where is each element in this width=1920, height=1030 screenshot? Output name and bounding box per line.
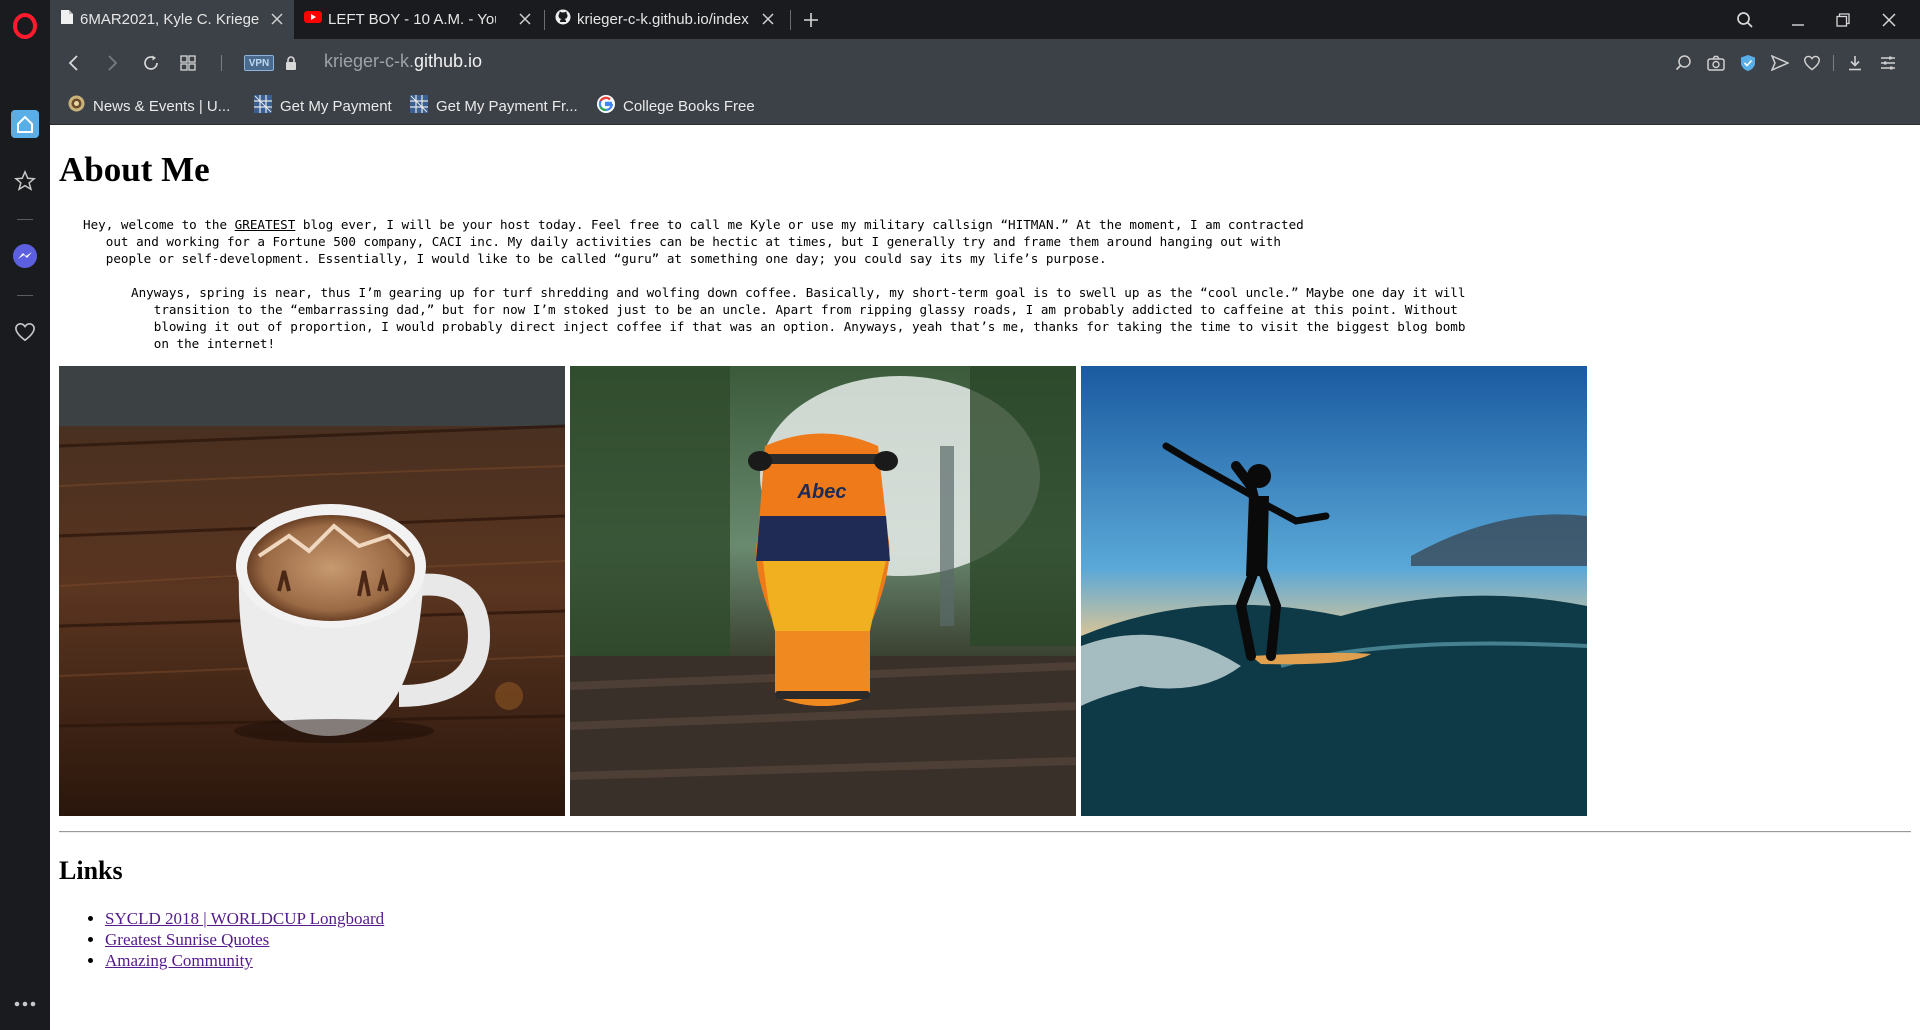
bookmark-item[interactable]: College Books Free	[597, 94, 755, 118]
url-prefix: krieger-c-k.	[324, 51, 415, 71]
opera-logo-icon[interactable]	[0, 6, 50, 46]
more-options-icon[interactable]	[0, 984, 50, 1024]
bookmarks-star-icon[interactable]	[0, 161, 50, 201]
paragraph-line: blowing it out of proportion, I would pr…	[131, 319, 1466, 334]
adblock-shield-icon[interactable]	[1738, 53, 1758, 73]
links-heading: Links	[59, 856, 123, 885]
coffee-cup-image	[59, 366, 565, 816]
bookmark-label: College Books Free	[623, 97, 755, 115]
intro-text: people or self-development. Essentially,…	[83, 251, 1107, 266]
tab-close-icon[interactable]	[516, 10, 534, 28]
link-amazing-community[interactable]: Amazing Community	[105, 951, 253, 970]
bookmark-label: News & Events | U...	[93, 97, 231, 115]
link-sunrise-quotes[interactable]: Greatest Sunrise Quotes	[105, 930, 269, 949]
messenger-icon[interactable]	[0, 236, 50, 276]
send-flow-icon[interactable]	[1770, 53, 1790, 73]
bookmark-label: Get My Payment Fr...	[436, 97, 578, 115]
tab-title: krieger-c-k.github.io/index	[577, 11, 749, 28]
new-tab-plus-icon[interactable]	[794, 0, 828, 39]
web-page: About Me Hey, welcome to the GREATEST bl…	[50, 126, 1920, 1030]
page-title: About Me	[59, 150, 210, 189]
list-item: SYCLD 2018 | WORLDCUP Longboard	[105, 908, 384, 929]
tab-youtube[interactable]: LEFT BOY - 10 A.M. - YouTube	[294, 0, 542, 39]
snapshot-camera-icon[interactable]	[1706, 53, 1726, 73]
intro-text: blog ever, I will be your host today. Fe…	[295, 217, 1304, 232]
svg-text:Abec: Abec	[797, 481, 847, 503]
download-icon[interactable]	[1845, 53, 1865, 73]
page-search-icon[interactable]	[1674, 53, 1694, 73]
github-icon	[555, 9, 571, 30]
toolbar-divider	[1833, 55, 1834, 71]
intro-emphasis: GREATEST	[234, 217, 296, 232]
tiles-grid-icon[interactable]	[174, 49, 202, 77]
search-tabs-icon[interactable]	[1722, 0, 1768, 39]
list-item: Greatest Sunrise Quotes	[105, 929, 384, 950]
tab-divider	[790, 10, 791, 30]
lock-icon[interactable]	[282, 49, 300, 77]
forward-arrow-icon[interactable]	[98, 49, 126, 77]
vpn-badge[interactable]: VPN	[244, 55, 274, 71]
tab-title: LEFT BOY - 10 A.M. - YouTube	[328, 11, 496, 28]
intro-text: Hey, welcome to the	[83, 217, 235, 232]
youtube-icon	[304, 10, 322, 29]
back-arrow-icon[interactable]	[60, 49, 88, 77]
toolbar-divider	[221, 55, 222, 71]
tab-strip: 6MAR2021, Kyle C. Krieger LEFT BOY - 10 …	[50, 0, 1920, 39]
tab-close-icon[interactable]	[759, 10, 777, 28]
tab-title: 6MAR2021, Kyle C. Krieger	[80, 11, 260, 28]
list-item: Amazing Community	[105, 950, 384, 971]
restore-icon[interactable]	[1820, 0, 1866, 39]
speed-dial-home-icon[interactable]	[0, 104, 50, 144]
surfer-image	[1081, 366, 1587, 816]
sidebar-divider	[17, 295, 33, 296]
horizontal-rule	[59, 831, 1911, 833]
url-field[interactable]: krieger-c-k.github.io	[324, 51, 482, 72]
reload-icon[interactable]	[137, 49, 165, 77]
document-icon	[60, 9, 74, 30]
minimize-icon[interactable]	[1775, 0, 1821, 39]
tab-close-icon[interactable]	[268, 10, 286, 28]
address-toolbar: VPN krieger-c-k.github.io	[50, 39, 1920, 86]
grid-icon	[410, 94, 428, 118]
paragraph-line: transition to the “embarrassing dad,” bu…	[131, 302, 1458, 317]
longboard-image: Abec	[570, 366, 1076, 816]
seal-icon	[68, 95, 85, 117]
bookmark-item[interactable]: Get My Payment Fr...	[410, 94, 578, 118]
bookmark-item[interactable]: News & Events | U...	[68, 95, 230, 117]
bookmark-item[interactable]: Get My Payment	[254, 94, 392, 118]
intro-paragraph: Hey, welcome to the GREATEST blog ever, …	[83, 216, 1304, 267]
heart-bookmark-icon[interactable]	[1802, 53, 1822, 73]
links-list: SYCLD 2018 | WORLDCUP Longboard Greatest…	[105, 908, 384, 971]
paragraph-line: Anyways, spring is near, thus I’m gearin…	[131, 285, 1466, 300]
bookmarks-bar: News & Events | U... Get My Payment Get …	[50, 86, 1920, 125]
second-paragraph: Anyways, spring is near, thus I’m gearin…	[131, 284, 1465, 352]
link-longboard[interactable]: SYCLD 2018 | WORLDCUP Longboard	[105, 909, 384, 928]
my-flow-heart-icon[interactable]	[0, 312, 50, 352]
google-icon	[597, 94, 615, 118]
tab-github[interactable]: krieger-c-k.github.io/index	[545, 0, 785, 39]
easy-setup-sliders-icon[interactable]	[1878, 53, 1898, 73]
opera-sidebar	[0, 0, 50, 1030]
close-window-icon[interactable]	[1866, 0, 1912, 39]
paragraph-line: on the internet!	[131, 336, 276, 351]
intro-text: out and working for a Fortune 500 compan…	[83, 234, 1281, 249]
sidebar-divider	[17, 219, 33, 220]
url-domain: github.io	[414, 51, 483, 71]
tab-about-me[interactable]: 6MAR2021, Kyle C. Krieger	[50, 0, 294, 39]
grid-icon	[254, 94, 272, 118]
bookmark-label: Get My Payment	[280, 97, 392, 115]
